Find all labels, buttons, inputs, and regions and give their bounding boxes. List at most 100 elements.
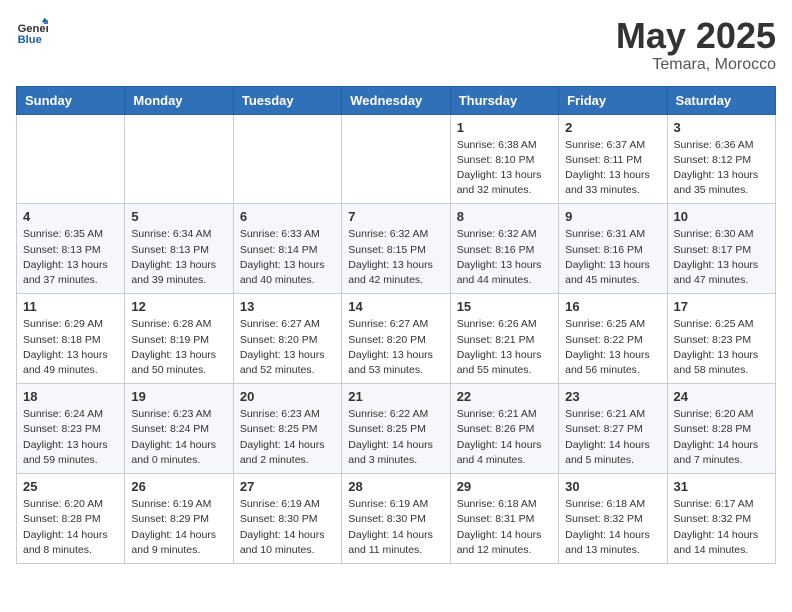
- day-number: 28: [348, 479, 443, 494]
- calendar-cell: 2Sunrise: 6:37 AM Sunset: 8:11 PM Daylig…: [559, 114, 667, 204]
- day-info: Sunrise: 6:32 AM Sunset: 8:16 PM Dayligh…: [457, 227, 552, 288]
- calendar-cell: 27 Sunrise: 6:19 AM Sunset: 8:30 PM Dayli…: [233, 474, 341, 564]
- calendar-cell: [233, 114, 341, 204]
- day-info: Sunrise: 6:27 AM Sunset: 8:20 PM Dayligh…: [240, 317, 335, 378]
- calendar-cell: 30 Sunrise: 6:18 AM Sunset: 8:32 PM Dayli…: [559, 474, 667, 564]
- day-info: Sunrise: 6:27 AM Sunset: 8:20 PM Dayligh…: [348, 317, 443, 378]
- day-info: Sunrise: 6:20 AM Sunset: 8:28 PM Dayligh…: [674, 407, 769, 468]
- day-info: Sunrise: 6:25 AM Sunset: 8:23 PM Dayligh…: [674, 317, 769, 378]
- calendar-week-4: 18Sunrise: 6:24 AM Sunset: 8:23 PM Dayli…: [17, 384, 776, 474]
- day-number: 16: [565, 299, 660, 314]
- day-number: 6: [240, 209, 335, 224]
- day-number: 2: [565, 120, 660, 135]
- day-number: 20: [240, 389, 335, 404]
- day-info: Sunrise: 6:19 AM Sunset: 8:30 PM Dayligh…: [240, 497, 335, 558]
- day-info: Sunrise: 6:24 AM Sunset: 8:23 PM Dayligh…: [23, 407, 118, 468]
- day-number: 29: [457, 479, 552, 494]
- calendar-cell: 7 Sunrise: 6:32 AM Sunset: 8:15 PM Daylig…: [342, 204, 450, 294]
- calendar-cell: 5 Sunrise: 6:34 AM Sunset: 8:13 PM Daylig…: [125, 204, 233, 294]
- day-info: Sunrise: 6:38 AM Sunset: 8:10 PM Dayligh…: [457, 138, 552, 199]
- day-number: 22: [457, 389, 552, 404]
- calendar-cell: 29 Sunrise: 6:18 AM Sunset: 8:31 PM Dayli…: [450, 474, 558, 564]
- day-info: Sunrise: 6:33 AM Sunset: 8:14 PM Dayligh…: [240, 227, 335, 288]
- weekday-header-thursday: Thursday: [450, 86, 558, 114]
- calendar-cell: 17 Sunrise: 6:25 AM Sunset: 8:23 PM Dayli…: [667, 294, 775, 384]
- day-number: 13: [240, 299, 335, 314]
- calendar-cell: 6 Sunrise: 6:33 AM Sunset: 8:14 PM Daylig…: [233, 204, 341, 294]
- calendar: SundayMondayTuesdayWednesdayThursdayFrid…: [16, 86, 776, 564]
- calendar-cell: 28Sunrise: 6:19 AM Sunset: 8:30 PM Dayli…: [342, 474, 450, 564]
- calendar-cell: 25 Sunrise: 6:20 AM Sunset: 8:28 PM Dayli…: [17, 474, 125, 564]
- day-info: Sunrise: 6:18 AM Sunset: 8:31 PM Dayligh…: [457, 497, 552, 558]
- day-info: Sunrise: 6:19 AM Sunset: 8:29 PM Dayligh…: [131, 497, 226, 558]
- calendar-cell: 9 Sunrise: 6:31 AM Sunset: 8:16 PM Daylig…: [559, 204, 667, 294]
- day-info: Sunrise: 6:21 AM Sunset: 8:27 PM Dayligh…: [565, 407, 660, 468]
- weekday-header-saturday: Saturday: [667, 86, 775, 114]
- day-number: 17: [674, 299, 769, 314]
- day-info: Sunrise: 6:20 AM Sunset: 8:28 PM Dayligh…: [23, 497, 118, 558]
- weekday-header-monday: Monday: [125, 86, 233, 114]
- day-number: 24: [674, 389, 769, 404]
- day-number: 31: [674, 479, 769, 494]
- day-number: 12: [131, 299, 226, 314]
- day-number: 23: [565, 389, 660, 404]
- calendar-cell: 31 Sunrise: 6:17 AM Sunset: 8:32 PM Dayli…: [667, 474, 775, 564]
- day-number: 9: [565, 209, 660, 224]
- calendar-cell: 23 Sunrise: 6:21 AM Sunset: 8:27 PM Dayli…: [559, 384, 667, 474]
- svg-text:General: General: [18, 23, 48, 35]
- weekday-header-tuesday: Tuesday: [233, 86, 341, 114]
- calendar-cell: 8 Sunrise: 6:32 AM Sunset: 8:16 PM Daylig…: [450, 204, 558, 294]
- day-number: 19: [131, 389, 226, 404]
- day-number: 3: [674, 120, 769, 135]
- day-info: Sunrise: 6:22 AM Sunset: 8:25 PM Dayligh…: [348, 407, 443, 468]
- calendar-week-2: 4 Sunrise: 6:35 AM Sunset: 8:13 PM Daylig…: [17, 204, 776, 294]
- calendar-cell: 14Sunrise: 6:27 AM Sunset: 8:20 PM Dayli…: [342, 294, 450, 384]
- day-info: Sunrise: 6:34 AM Sunset: 8:13 PM Dayligh…: [131, 227, 226, 288]
- calendar-week-3: 11 Sunrise: 6:29 AM Sunset: 8:18 PM Dayli…: [17, 294, 776, 384]
- day-info: Sunrise: 6:35 AM Sunset: 8:13 PM Dayligh…: [23, 227, 118, 288]
- calendar-cell: 26Sunrise: 6:19 AM Sunset: 8:29 PM Dayli…: [125, 474, 233, 564]
- day-info: Sunrise: 6:30 AM Sunset: 8:17 PM Dayligh…: [674, 227, 769, 288]
- day-number: 8: [457, 209, 552, 224]
- day-info: Sunrise: 6:18 AM Sunset: 8:32 PM Dayligh…: [565, 497, 660, 558]
- calendar-cell: 12 Sunrise: 6:28 AM Sunset: 8:19 PM Dayli…: [125, 294, 233, 384]
- calendar-cell: 3 Sunrise: 6:36 AM Sunset: 8:12 PM Daylig…: [667, 114, 775, 204]
- day-number: 15: [457, 299, 552, 314]
- day-info: Sunrise: 6:25 AM Sunset: 8:22 PM Dayligh…: [565, 317, 660, 378]
- main-title: May 2025: [616, 16, 776, 56]
- weekday-header-sunday: Sunday: [17, 86, 125, 114]
- day-number: 11: [23, 299, 118, 314]
- calendar-cell: 24 Sunrise: 6:20 AM Sunset: 8:28 PM Dayli…: [667, 384, 775, 474]
- day-info: Sunrise: 6:23 AM Sunset: 8:24 PM Dayligh…: [131, 407, 226, 468]
- calendar-cell: 16 Sunrise: 6:25 AM Sunset: 8:22 PM Dayli…: [559, 294, 667, 384]
- calendar-cell: 4 Sunrise: 6:35 AM Sunset: 8:13 PM Daylig…: [17, 204, 125, 294]
- day-info: Sunrise: 6:21 AM Sunset: 8:26 PM Dayligh…: [457, 407, 552, 468]
- day-info: Sunrise: 6:26 AM Sunset: 8:21 PM Dayligh…: [457, 317, 552, 378]
- svg-text:Blue: Blue: [18, 34, 42, 46]
- day-info: Sunrise: 6:29 AM Sunset: 8:18 PM Dayligh…: [23, 317, 118, 378]
- calendar-cell: 1 Sunrise: 6:38 AM Sunset: 8:10 PM Daylig…: [450, 114, 558, 204]
- day-number: 1: [457, 120, 552, 135]
- day-info: Sunrise: 6:31 AM Sunset: 8:16 PM Dayligh…: [565, 227, 660, 288]
- day-number: 7: [348, 209, 443, 224]
- day-info: Sunrise: 6:23 AM Sunset: 8:25 PM Dayligh…: [240, 407, 335, 468]
- day-number: 5: [131, 209, 226, 224]
- weekday-header-wednesday: Wednesday: [342, 86, 450, 114]
- day-info: Sunrise: 6:28 AM Sunset: 8:19 PM Dayligh…: [131, 317, 226, 378]
- day-number: 4: [23, 209, 118, 224]
- day-number: 27: [240, 479, 335, 494]
- calendar-cell: [17, 114, 125, 204]
- calendar-cell: 15 Sunrise: 6:26 AM Sunset: 8:21 PM Dayli…: [450, 294, 558, 384]
- calendar-cell: 18Sunrise: 6:24 AM Sunset: 8:23 PM Dayli…: [17, 384, 125, 474]
- calendar-cell: 13 Sunrise: 6:27 AM Sunset: 8:20 PM Dayli…: [233, 294, 341, 384]
- day-number: 10: [674, 209, 769, 224]
- calendar-cell: 20 Sunrise: 6:23 AM Sunset: 8:25 PM Dayli…: [233, 384, 341, 474]
- day-number: 25: [23, 479, 118, 494]
- day-number: 21: [348, 389, 443, 404]
- day-info: Sunrise: 6:32 AM Sunset: 8:15 PM Dayligh…: [348, 227, 443, 288]
- logo-icon: General Blue: [16, 16, 48, 48]
- day-number: 30: [565, 479, 660, 494]
- day-info: Sunrise: 6:17 AM Sunset: 8:32 PM Dayligh…: [674, 497, 769, 558]
- title-area: May 2025 Temara, Morocco: [616, 16, 776, 74]
- day-info: Sunrise: 6:36 AM Sunset: 8:12 PM Dayligh…: [674, 138, 769, 199]
